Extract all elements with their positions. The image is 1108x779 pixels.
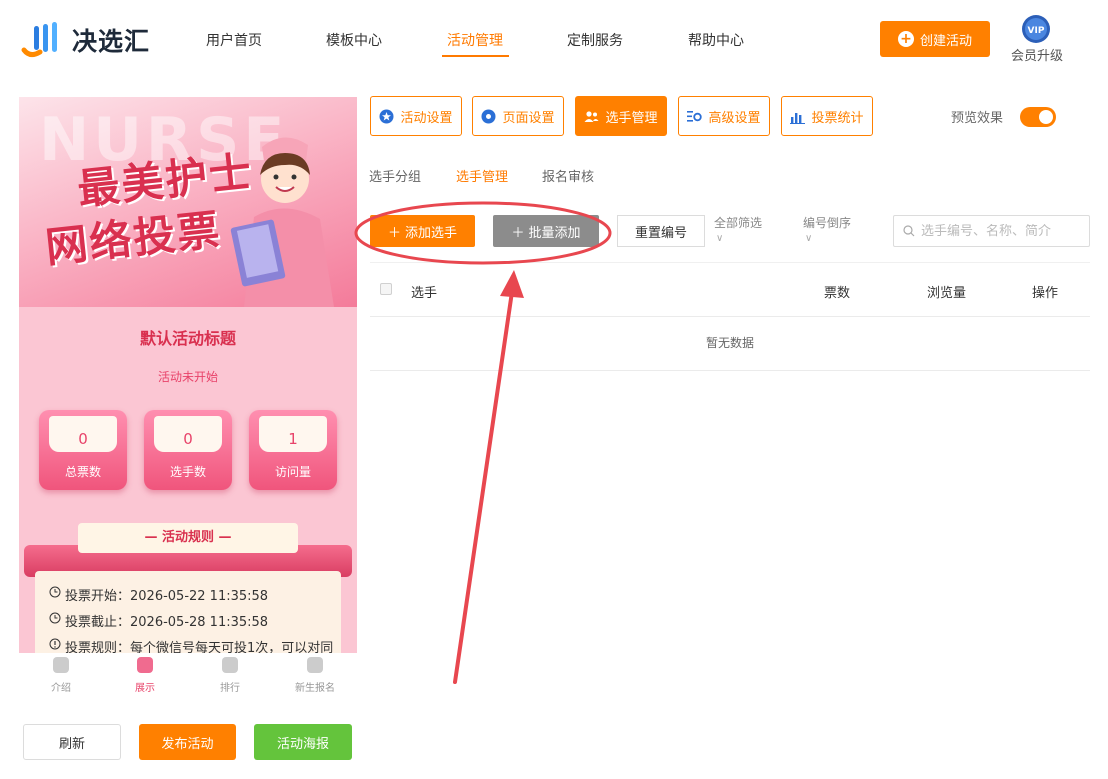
column-views: 浏览量 xyxy=(927,286,967,301)
table-empty-state: 暂无数据 xyxy=(370,317,1090,371)
activity-settings-button[interactable]: 活动设置 xyxy=(370,96,462,136)
stat-label: 访问量 xyxy=(274,465,311,479)
bar-chart-icon xyxy=(790,109,806,124)
rule-vote-policy: 投票规则：每个微信号每天可投1次，可以对同 xyxy=(65,641,334,653)
rule-vote-end: 投票截止：2026-05-28 11:35:58 xyxy=(65,615,269,630)
stat-value: 0 xyxy=(78,430,88,448)
settings-button-label: 选手管理 xyxy=(605,110,658,126)
create-activity-label: 创建活动 xyxy=(919,33,972,49)
publish-activity-button[interactable]: 发布活动 xyxy=(139,724,236,760)
stat-card-visits: 1 访问量 xyxy=(249,410,337,490)
refresh-button[interactable]: 刷新 xyxy=(23,724,121,760)
medical-box-icon xyxy=(137,657,153,673)
heart-pulse-icon xyxy=(222,657,238,673)
logo-mark-icon xyxy=(21,22,57,58)
info-icon xyxy=(49,638,61,650)
member-upgrade-label[interactable]: 会员升级 xyxy=(1011,45,1063,64)
stat-label: 总票数 xyxy=(64,465,101,479)
plus-icon: ＋ xyxy=(511,225,525,241)
column-actions: 操作 xyxy=(1032,286,1059,301)
stat-label: 选手数 xyxy=(169,465,206,479)
activity-title: 默认活动标题 xyxy=(139,329,236,348)
nav-templates[interactable]: 模板中心 xyxy=(326,30,382,50)
mobile-tab-intro[interactable]: 介绍 xyxy=(19,657,103,694)
add-player-button[interactable]: ＋ 添加选手 xyxy=(370,215,475,247)
brand-name: 决选汇 xyxy=(72,27,151,56)
toggle-knob xyxy=(1039,110,1053,124)
nurse-illustration-icon xyxy=(230,137,334,307)
player-table-header: 选手 票数 浏览量 操作 xyxy=(370,262,1090,317)
mobile-tab-label: 展示 xyxy=(135,683,155,694)
stat-value: 1 xyxy=(288,430,298,448)
rules-heading: — 活动规则 — xyxy=(78,523,298,553)
activity-poster-button[interactable]: 活动海报 xyxy=(254,724,352,760)
chevron-down-icon: ∨ xyxy=(805,233,813,244)
settings-button-label: 活动设置 xyxy=(400,110,453,126)
pill-icon xyxy=(307,657,323,673)
search-box[interactable] xyxy=(893,215,1090,247)
person-icon xyxy=(53,657,69,673)
search-icon xyxy=(903,225,915,237)
mobile-tab-label: 介绍 xyxy=(51,683,71,694)
filter-dropdown-label: 全部筛选 xyxy=(714,216,763,230)
stat-value: 0 xyxy=(183,430,193,448)
stat-card-players: 0 选手数 xyxy=(144,410,232,490)
sort-dropdown[interactable]: 编号倒序 ∨ xyxy=(803,215,851,247)
nav-active-underline xyxy=(442,55,509,57)
clock-icon xyxy=(49,612,61,624)
subtab-signup-review[interactable]: 报名审核 xyxy=(542,166,594,185)
activity-status: 活动未开始 xyxy=(157,370,218,384)
mobile-tab-signup[interactable]: 新生报名 xyxy=(273,657,357,694)
subtab-player-management[interactable]: 选手管理 xyxy=(456,166,508,185)
logo[interactable]: 决选汇 xyxy=(20,18,180,62)
chevron-down-icon: ∨ xyxy=(716,233,724,244)
sort-dropdown-label: 编号倒序 xyxy=(803,216,852,230)
star-icon xyxy=(379,109,394,124)
create-activity-button[interactable]: + 创建活动 xyxy=(880,21,990,57)
page-settings-button[interactable]: 页面设置 xyxy=(472,96,564,136)
plus-circle-icon: + xyxy=(897,31,914,47)
settings-button-label: 投票统计 xyxy=(811,110,864,126)
add-player-label: 添加选手 xyxy=(405,225,458,241)
vip-badge-icon[interactable]: VIP xyxy=(1021,14,1051,44)
nav-activity-management[interactable]: 活动管理 xyxy=(447,30,503,50)
mobile-tab-display[interactable]: 展示 xyxy=(103,657,187,694)
mobile-preview: NURSE 最美护士 网络投票 默认活动标题 活动未开始 0 总票数 0 选手数… xyxy=(19,97,357,653)
gear-list-icon xyxy=(687,109,703,124)
mobile-tabbar: 介绍 展示 排行 新生报名 xyxy=(19,653,357,699)
settings-button-label: 页面设置 xyxy=(502,110,555,126)
nav-custom-service[interactable]: 定制服务 xyxy=(567,30,623,50)
nav-home[interactable]: 用户首页 xyxy=(206,30,262,50)
search-input[interactable] xyxy=(921,223,1081,239)
settings-button-label: 高级设置 xyxy=(708,110,761,126)
clock-icon xyxy=(49,586,61,598)
users-icon xyxy=(584,109,599,124)
activity-banner: NURSE 最美护士 网络投票 xyxy=(19,97,357,307)
column-votes: 票数 xyxy=(824,286,851,301)
mobile-tab-label: 排行 xyxy=(220,683,240,694)
rule-vote-start: 投票开始：2026-05-22 11:35:58 xyxy=(65,589,269,604)
nav-help-center[interactable]: 帮助中心 xyxy=(688,30,744,50)
preview-effect-toggle[interactable] xyxy=(1020,107,1056,127)
mobile-tab-label: 新生报名 xyxy=(295,683,335,694)
batch-add-button[interactable]: ＋ 批量添加 xyxy=(493,215,599,247)
select-all-checkbox[interactable] xyxy=(380,283,392,295)
subtab-player-groups[interactable]: 选手分组 xyxy=(369,166,421,185)
banner-title-line2: 网络投票 xyxy=(43,204,224,273)
advanced-settings-button[interactable]: 高级设置 xyxy=(678,96,770,136)
batch-add-label: 批量添加 xyxy=(528,225,581,241)
player-management-button[interactable]: 选手管理 xyxy=(575,96,667,136)
preview-effect-label: 预览效果 xyxy=(951,111,1004,126)
column-player: 选手 xyxy=(411,286,438,301)
mobile-tab-ranking[interactable]: 排行 xyxy=(188,657,272,694)
vote-statistics-button[interactable]: 投票统计 xyxy=(781,96,873,136)
stat-card-total-votes: 0 总票数 xyxy=(39,410,127,490)
plus-icon: ＋ xyxy=(387,225,401,241)
flower-icon xyxy=(481,109,496,124)
vip-badge-text: VIP xyxy=(1028,26,1045,36)
filter-dropdown[interactable]: 全部筛选 ∨ xyxy=(714,215,762,247)
reset-number-button[interactable]: 重置编号 xyxy=(617,215,705,247)
